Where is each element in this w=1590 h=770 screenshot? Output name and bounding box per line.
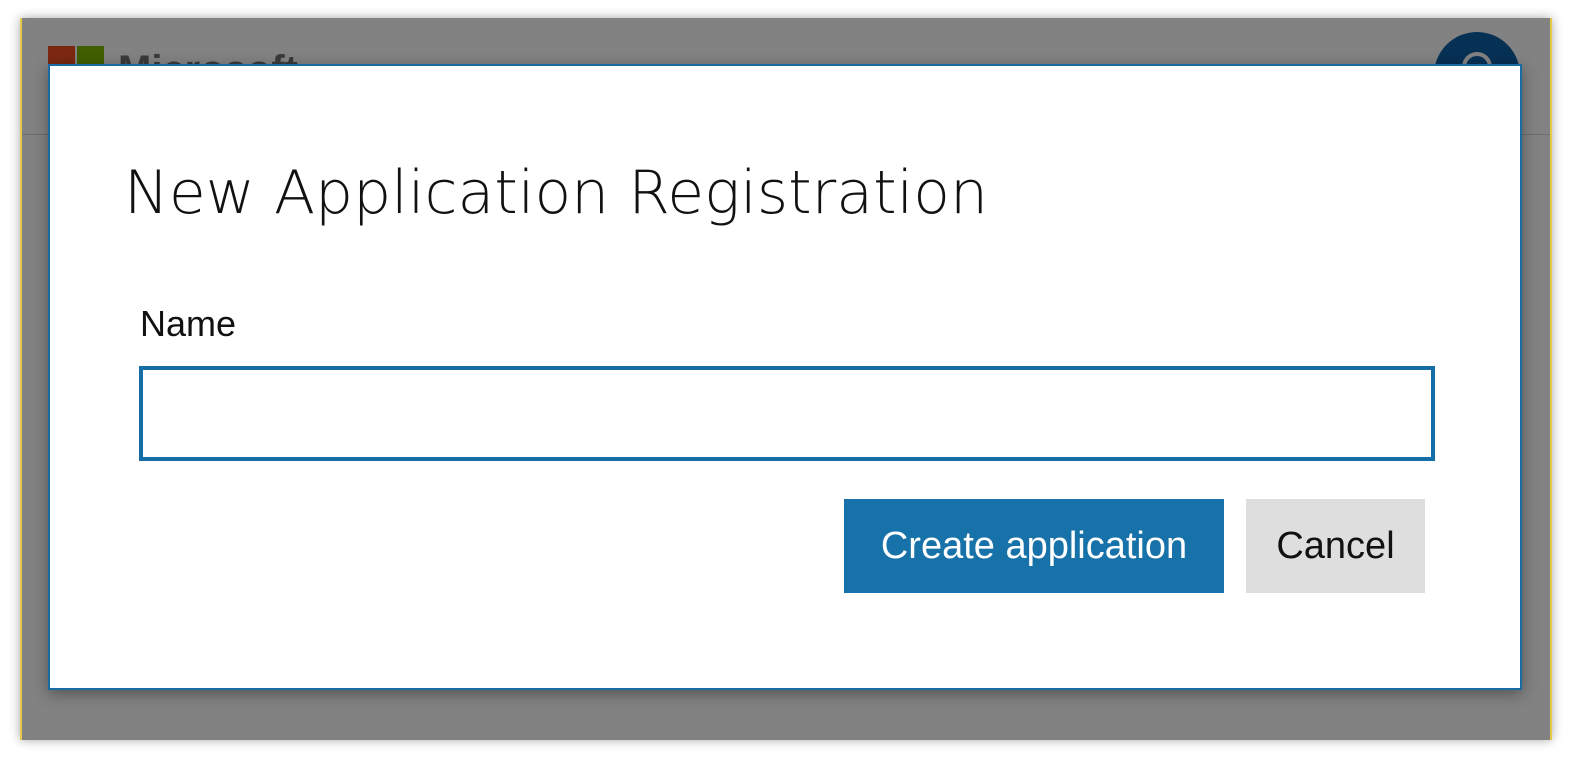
dialog-title: New Application Registration <box>124 158 988 228</box>
name-label: Name <box>140 303 237 344</box>
create-application-button[interactable]: Create application <box>844 499 1224 593</box>
new-application-dialog: New Application Registration Name Create… <box>48 64 1522 690</box>
browser-window: Microsoft New Application Registration N… <box>20 18 1552 740</box>
application-name-input[interactable] <box>139 366 1435 461</box>
cancel-button[interactable]: Cancel <box>1246 499 1425 593</box>
